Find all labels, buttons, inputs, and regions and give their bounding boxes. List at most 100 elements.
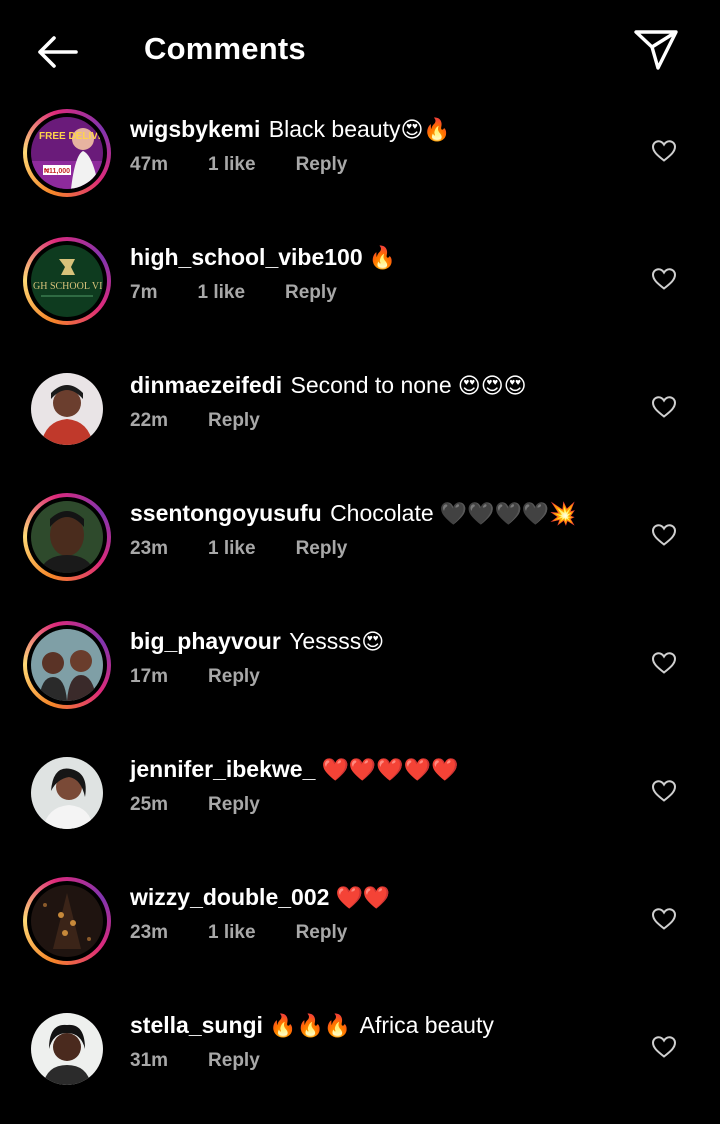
like-button[interactable] <box>648 392 680 422</box>
like-button[interactable] <box>648 648 680 678</box>
avatar: FREE DELIVERY ₦11,000 <box>31 117 103 189</box>
comment-username[interactable]: wizzy_double_002 <box>130 884 329 910</box>
avatar-story-ring[interactable] <box>23 621 111 709</box>
comment-time: 22m <box>130 410 169 431</box>
avatar <box>31 1013 103 1085</box>
avatar: GH SCHOOL VI <box>31 245 103 317</box>
comment-text-line: wigsbykemi Black beauty😍🔥 <box>130 114 451 145</box>
comment-time: 31m <box>130 1050 169 1071</box>
reply-button[interactable]: Reply <box>296 538 348 560</box>
avatar <box>31 373 103 445</box>
comment-time: 23m <box>130 922 169 943</box>
reply-button[interactable]: Reply <box>208 794 260 816</box>
comment-text-line: high_school_vibe100 🔥 <box>130 242 396 273</box>
avatar-container[interactable] <box>23 365 111 453</box>
comment-time: 7m <box>130 282 158 303</box>
like-button[interactable] <box>648 264 680 294</box>
comment-likes[interactable]: 1 like <box>208 154 256 176</box>
comment-username[interactable]: wigsbykemi <box>130 116 260 142</box>
heart-outline-icon <box>651 524 677 546</box>
comment-emojis: ❤️❤️❤️❤️❤️ <box>315 757 459 782</box>
comment-emojis: 🖤🖤🖤🖤💥 <box>433 501 577 526</box>
heart-outline-icon <box>651 140 677 162</box>
avatar-container[interactable] <box>23 749 111 837</box>
comment-item: FREE DELIVERY ₦11,000 wigsbykemi Black b… <box>0 100 720 228</box>
comment-meta: 22m Reply <box>130 410 260 432</box>
comment-emojis: 😍🔥 <box>400 117 451 142</box>
comment-emojis: ❤️❤️ <box>329 885 391 910</box>
reply-button[interactable]: Reply <box>296 154 348 176</box>
comment-item: GH SCHOOL VI high_school_vibe100 🔥 7m 1 … <box>0 228 720 356</box>
avatar-story-ring[interactable]: FREE DELIVERY ₦11,000 <box>23 109 111 197</box>
avatar-story-ring[interactable]: GH SCHOOL VI <box>23 237 111 325</box>
reply-button[interactable]: Reply <box>208 666 260 688</box>
heart-outline-icon <box>651 908 677 930</box>
comment-username[interactable]: high_school_vibe100 <box>130 244 363 270</box>
reply-button[interactable]: Reply <box>208 1050 260 1072</box>
comment-time: 17m <box>130 666 169 687</box>
comment-meta: 23m 1 like Reply <box>130 538 347 560</box>
avatar <box>31 885 103 957</box>
comment-time: 25m <box>130 794 169 815</box>
heart-outline-icon <box>651 396 677 418</box>
reply-button[interactable]: Reply <box>296 922 348 944</box>
comment-item: big_phayvour Yessss😍 17m Reply <box>0 612 720 740</box>
comment-username[interactable]: stella_sungi <box>130 1012 263 1038</box>
avatar-price-text: ₦11,000 <box>44 168 70 175</box>
comment-username[interactable]: ssentongoyusufu <box>130 500 322 526</box>
comment-meta: 17m Reply <box>130 666 260 688</box>
avatar-story-ring[interactable] <box>23 877 111 965</box>
comment-meta: 23m 1 like Reply <box>130 922 347 944</box>
comment-text-line: wizzy_double_002 ❤️❤️ <box>130 882 390 913</box>
reply-button[interactable]: Reply <box>285 282 337 304</box>
like-button[interactable] <box>648 520 680 550</box>
avatar <box>31 757 103 829</box>
like-button[interactable] <box>648 776 680 806</box>
comment-likes[interactable]: 1 like <box>208 538 256 560</box>
back-button[interactable] <box>28 28 84 76</box>
comment-text-line: big_phayvour Yessss😍 <box>130 626 384 657</box>
arrow-left-icon <box>38 36 78 68</box>
comment-emojis: 🔥 <box>362 245 397 270</box>
comment-item: ssentongoyusufu Chocolate 🖤🖤🖤🖤💥 23m 1 li… <box>0 484 720 612</box>
like-button[interactable] <box>648 1032 680 1062</box>
comment-text: Yessss <box>289 628 362 654</box>
comment-meta: 47m 1 like Reply <box>130 154 347 176</box>
top-bar: Comments <box>0 0 720 100</box>
comment-item: wizzy_double_002 ❤️❤️ 23m 1 like Reply <box>0 868 720 996</box>
comment-time: 47m <box>130 154 169 175</box>
comment-time: 23m <box>130 538 169 559</box>
comment-emojis: 🔥🔥🔥 <box>262 1013 352 1038</box>
paper-plane-icon <box>634 30 678 70</box>
share-button[interactable] <box>628 24 684 76</box>
comment-emojis: 😍 <box>361 629 385 654</box>
comment-meta: 7m 1 like Reply <box>130 282 337 304</box>
comment-username[interactable]: dinmaezeifedi <box>130 372 282 398</box>
comment-meta: 31m Reply <box>130 1050 260 1072</box>
comment-text: Africa beauty <box>359 1012 494 1038</box>
comment-username[interactable]: jennifer_ibekwe_ <box>130 756 315 782</box>
avatar <box>31 629 103 701</box>
heart-outline-icon <box>651 1036 677 1058</box>
comment-item: dinmaezeifedi Second to none 😍😍😍 22m Rep… <box>0 356 720 484</box>
comment-text-line: jennifer_ibekwe_ ❤️❤️❤️❤️❤️ <box>130 754 458 785</box>
comment-emojis: 😍😍😍 <box>451 373 527 398</box>
comment-text: Chocolate <box>330 500 434 526</box>
avatar <box>31 501 103 573</box>
comment-meta: 25m Reply <box>130 794 260 816</box>
like-button[interactable] <box>648 136 680 166</box>
comment-text: Black beauty <box>268 116 401 142</box>
comment-likes[interactable]: 1 like <box>208 922 256 944</box>
comment-username[interactable]: big_phayvour <box>130 628 281 654</box>
heart-outline-icon <box>651 780 677 802</box>
like-button[interactable] <box>648 904 680 934</box>
comment-list: FREE DELIVERY ₦11,000 wigsbykemi Black b… <box>0 100 720 1124</box>
comment-likes[interactable]: 1 like <box>197 282 245 304</box>
avatar-container[interactable] <box>23 1005 111 1093</box>
comment-text-line: stella_sungi 🔥🔥🔥 Africa beauty <box>130 1010 494 1041</box>
comment-item: jennifer_ibekwe_ ❤️❤️❤️❤️❤️ 25m Reply <box>0 740 720 868</box>
avatar-promo-text: FREE DELIVERY <box>39 131 103 142</box>
comment-item: stella_sungi 🔥🔥🔥 Africa beauty 31m Reply <box>0 996 720 1124</box>
reply-button[interactable]: Reply <box>208 410 260 432</box>
avatar-story-ring[interactable] <box>23 493 111 581</box>
